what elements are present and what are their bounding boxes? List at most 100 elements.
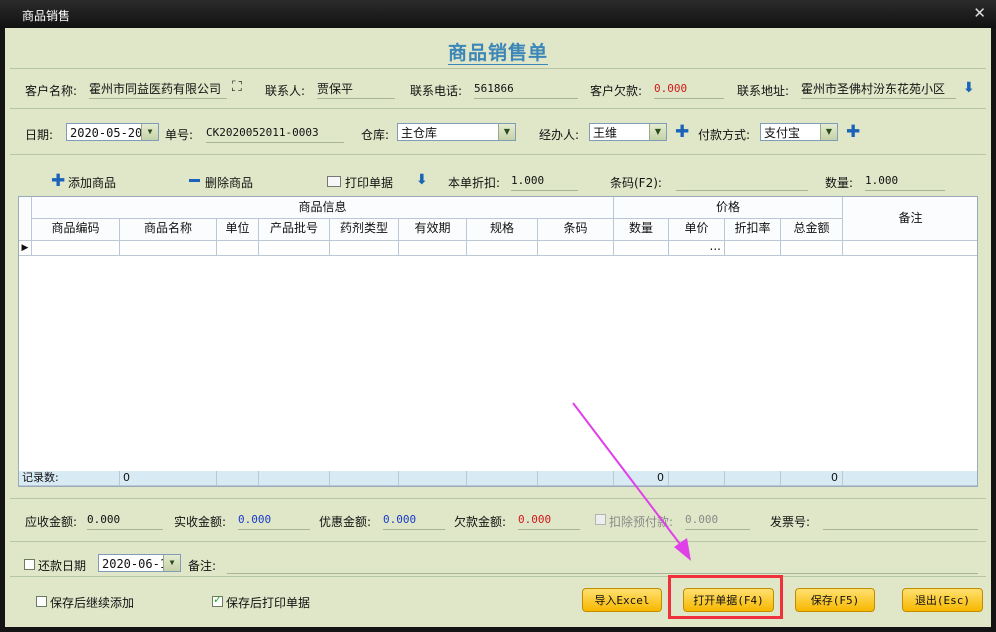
arrow-down-icon[interactable]: ⬇ [416,172,428,188]
import-excel-button[interactable]: 导入Excel [582,588,662,612]
footer-cell [217,471,259,486]
minus-icon[interactable] [189,179,200,182]
receivable-field: 0.000 [87,511,163,530]
received-field[interactable]: 0.000 [238,511,310,530]
customer-name-field[interactable]: 霍州市同益医药有限公司 [89,80,227,99]
column-header[interactable]: 商品编码 [32,219,120,241]
column-header[interactable]: 商品名称 [120,219,217,241]
handler-select[interactable]: 王维 ▼ [589,123,667,141]
table-cell[interactable] [217,241,259,256]
discount-label: 本单折扣: [448,176,501,190]
printer-icon[interactable] [327,176,341,187]
qty-field[interactable]: 1.000 [865,172,945,191]
column-header[interactable]: 规格 [467,219,538,241]
add-icon[interactable]: ✚ [51,173,65,190]
table-cell[interactable] [843,241,977,256]
column-header[interactable]: 总金额 [781,219,843,241]
address-field[interactable]: 霍州市圣佛村汾东花苑小区 [801,80,956,99]
divider [10,68,986,69]
title-bar[interactable]: 商品销售 ✕ [0,0,996,28]
row-header-corner [19,197,32,241]
group-header-price: 价格 [614,197,843,219]
column-header[interactable]: 有效期 [399,219,467,241]
footer-record-label: 记录数: [19,471,120,486]
table-cell[interactable] [399,241,467,256]
phone-field[interactable]: 561866 [474,80,578,99]
chevron-down-icon[interactable]: ▼ [649,124,666,140]
table-cell[interactable] [259,241,330,256]
divider [10,541,986,542]
column-header[interactable]: 单价 [669,219,725,241]
remark-label: 备注: [188,559,217,573]
binoculars-icon[interactable]: ⛶ [232,79,242,95]
address-label: 联系地址: [737,84,790,98]
footer-record-count: 0 [120,471,217,486]
exit-button[interactable]: 退出(Esc) [902,588,983,612]
add-payment-icon[interactable]: ✚ [846,124,860,141]
price-ellipsis-button[interactable]: ... [669,240,725,256]
save-button[interactable]: 保存(F5) [795,588,875,612]
barcode-label: 条码(F2): [610,176,662,190]
column-header[interactable]: 数量 [614,219,669,241]
chevron-down-icon[interactable]: ▼ [820,124,837,140]
print-after-save-label: 保存后打印单据 [226,596,311,610]
delete-product-button[interactable]: 删除商品 [205,174,253,191]
column-header[interactable]: 条码 [538,219,614,241]
row-indicator-icon[interactable]: ▶ [19,241,32,256]
close-icon[interactable]: ✕ [973,4,986,22]
footer-cell [843,471,977,486]
chevron-down-icon[interactable]: ▼ [141,124,158,140]
divider [10,108,986,109]
date-picker[interactable]: 2020-05-20 ▼ [66,123,159,141]
print-after-save-checkbox[interactable] [212,593,223,607]
form-panel: 商品销售单 客户名称: 霍州市同益医药有限公司 ⛶ 联系人: 贾保平 联系电话:… [5,28,991,627]
table-cell[interactable] [330,241,399,256]
table-cell[interactable] [725,241,781,256]
footer-amount-total: 0 [781,471,843,486]
repay-date-picker[interactable]: 2020-06-19 ▼ [98,554,181,572]
payment-select[interactable]: 支付宝 ▼ [760,123,838,141]
repay-date-checkbox[interactable] [24,559,35,570]
column-header[interactable]: 产品批号 [259,219,330,241]
table-cell[interactable] [120,241,217,256]
table-cell[interactable] [467,241,538,256]
table-cell[interactable] [781,241,843,256]
contact-field[interactable]: 贾保平 [317,80,395,99]
column-header[interactable]: 折扣率 [725,219,781,241]
phone-label: 联系电话: [410,84,463,98]
table-cell[interactable] [32,241,120,256]
footer-cell [259,471,330,486]
owed-label: 欠款金额: [454,515,507,529]
sales-window: 商品销售 ✕ 商品销售单 客户名称: 霍州市同益医药有限公司 ⛶ 联系人: 贾保… [0,0,996,632]
order-number-field: CK2020052011-0003 [206,124,344,143]
table-cell[interactable] [614,241,669,256]
footer-cell [467,471,538,486]
column-header[interactable]: 单位 [217,219,259,241]
group-header-product: 商品信息 [32,197,614,219]
discount-field[interactable]: 1.000 [511,172,578,191]
handler-label: 经办人: [539,128,580,142]
add-product-button[interactable]: 添加商品 [68,174,116,191]
invoice-label: 发票号: [770,515,811,529]
date-label: 日期: [25,128,54,142]
warehouse-select[interactable]: 主仓库 ▼ [397,123,516,141]
annotation-arrow [572,402,691,561]
add-handler-icon[interactable]: ✚ [675,124,689,141]
print-button[interactable]: 打印单据 [345,174,393,191]
continue-add-label: 保存后继续添加 [50,596,135,610]
discount-amount-field[interactable]: 0.000 [383,511,445,530]
chevron-down-icon[interactable]: ▼ [498,124,515,140]
barcode-field[interactable] [676,172,808,191]
repay-date-label: 还款日期 [38,559,87,573]
invoice-field[interactable] [823,511,978,530]
receivable-label: 应收金额: [25,515,78,529]
column-header[interactable]: 药剂类型 [330,219,399,241]
column-header-remark[interactable]: 备注 [843,197,977,241]
continue-add-checkbox[interactable] [36,596,47,607]
chevron-down-icon[interactable]: ▼ [163,555,180,571]
product-grid[interactable]: 商品信息 价格 备注 商品编码 商品名称 单位 产品批号 药剂类型 有效期 规格… [18,196,978,487]
footer-cell [725,471,781,486]
arrow-down-icon[interactable]: ⬇ [963,80,975,96]
table-cell[interactable] [538,241,614,256]
debt-label: 客户欠款: [590,84,643,98]
